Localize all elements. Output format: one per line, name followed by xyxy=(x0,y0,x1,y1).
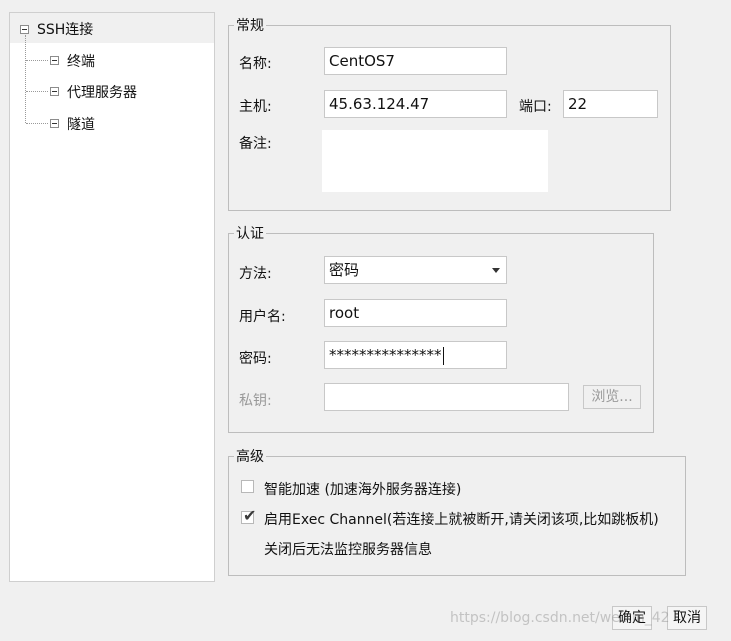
tree-item-terminal[interactable]: 终端 xyxy=(67,51,95,71)
password-mask: *************** xyxy=(329,346,442,364)
collapse-icon[interactable] xyxy=(50,56,59,65)
advanced-group-title: 高级 xyxy=(234,449,266,465)
private-key-label: 私钥: xyxy=(239,393,272,409)
tree-item-proxy[interactable]: 代理服务器 xyxy=(67,82,137,102)
auth-group-title: 认证 xyxy=(234,226,266,242)
method-select-value: 密码 xyxy=(329,261,360,279)
tree-connector xyxy=(25,35,26,123)
tree-connector xyxy=(26,91,48,92)
smart-accel-checkbox[interactable] xyxy=(241,480,254,493)
browse-button[interactable]: 浏览... xyxy=(583,385,641,409)
cancel-button[interactable]: 取消 xyxy=(667,606,707,630)
general-group-title: 常规 xyxy=(234,18,266,34)
username-label: 用户名: xyxy=(239,309,286,325)
private-key-input[interactable] xyxy=(324,383,569,411)
text-caret xyxy=(442,346,444,365)
username-input[interactable]: root xyxy=(324,299,507,327)
tree-item-tunnel[interactable]: 隧道 xyxy=(67,114,95,134)
exec-channel-note: 关闭后无法监控服务器信息 xyxy=(264,542,432,558)
port-input[interactable]: 22 xyxy=(563,90,658,118)
name-input[interactable]: CentOS7 xyxy=(324,47,507,75)
exec-channel-label[interactable]: 启用Exec Channel(若连接上就被断开,请关闭该项,比如跳板机) xyxy=(264,509,659,529)
note-textarea[interactable] xyxy=(322,130,548,192)
password-label: 密码: xyxy=(239,351,272,367)
host-input[interactable]: 45.63.124.47 xyxy=(324,90,507,118)
tree-connector xyxy=(26,60,48,61)
host-label: 主机: xyxy=(239,99,272,115)
exec-channel-checkbox[interactable]: ✔ xyxy=(241,506,257,525)
method-select[interactable]: 密码 xyxy=(324,256,507,284)
method-label: 方法: xyxy=(239,266,272,282)
chevron-down-icon xyxy=(492,268,500,273)
collapse-icon[interactable] xyxy=(50,87,59,96)
settings-tree: SSH连接 终端 代理服务器 隧道 xyxy=(9,12,215,582)
smart-accel-label[interactable]: 智能加速 (加速海外服务器连接) xyxy=(264,479,461,499)
port-label: 端口: xyxy=(519,99,552,115)
watermark-text: https://blog.csdn.net/weixin_42 xyxy=(450,610,670,626)
name-label: 名称: xyxy=(239,56,272,72)
note-label: 备注: xyxy=(239,136,272,152)
check-icon: ✔ xyxy=(243,506,257,525)
collapse-icon[interactable] xyxy=(20,25,29,34)
password-input[interactable]: *************** xyxy=(324,341,507,369)
tree-item-ssh[interactable]: SSH连接 xyxy=(37,19,93,39)
collapse-icon[interactable] xyxy=(50,119,59,128)
tree-connector xyxy=(26,123,48,124)
